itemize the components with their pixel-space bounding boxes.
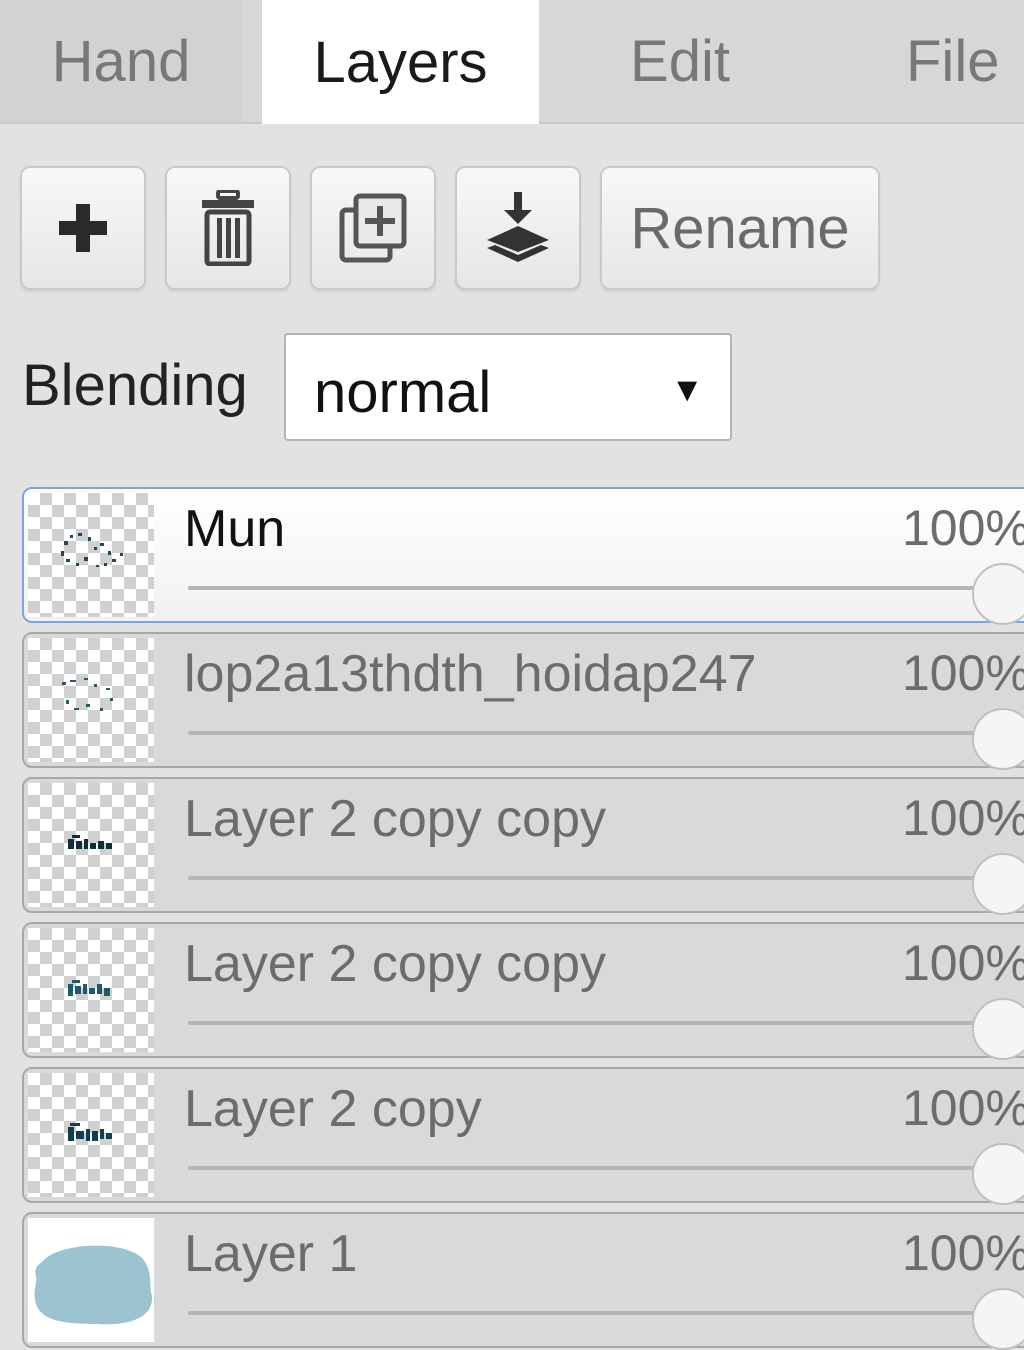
- opacity-slider-track[interactable]: [188, 731, 988, 735]
- opacity-slider-track[interactable]: [188, 1311, 988, 1315]
- layer-row[interactable]: Layer 1 100%: [22, 1212, 1024, 1350]
- layer-opacity: 100%: [902, 500, 1024, 556]
- layer-opacity: 100%: [902, 1225, 1024, 1281]
- delete-layer-button[interactable]: [165, 166, 291, 290]
- layer-thumbnail: [28, 638, 154, 762]
- opacity-slider-handle[interactable]: [972, 853, 1024, 915]
- blending-value: normal: [314, 360, 492, 425]
- layer-thumbnail: [28, 928, 154, 1052]
- merge-down-button[interactable]: [455, 166, 581, 290]
- opacity-slider-handle[interactable]: [972, 708, 1024, 770]
- layer-row[interactable]: Mun 100%: [22, 487, 1024, 625]
- merge-down-icon: [487, 192, 549, 262]
- tab-file[interactable]: File: [880, 0, 1024, 122]
- opacity-slider-handle[interactable]: [972, 1143, 1024, 1205]
- layer-row[interactable]: Layer 2 copy copy 100%: [22, 922, 1024, 1060]
- layer-opacity: 100%: [902, 1080, 1024, 1136]
- layer-name[interactable]: Layer 2 copy copy: [184, 934, 606, 994]
- tab-hand[interactable]: Hand: [0, 0, 242, 122]
- trash-icon: [202, 190, 254, 266]
- tab-edit[interactable]: Edit: [580, 0, 780, 122]
- layer-row[interactable]: Layer 2 copy copy 100%: [22, 777, 1024, 915]
- layer-name[interactable]: Layer 2 copy: [184, 1079, 482, 1139]
- tab-bar: Hand Layers Edit File: [0, 0, 1024, 124]
- opacity-slider-handle[interactable]: [972, 563, 1024, 625]
- layer-name[interactable]: Mun: [184, 499, 285, 559]
- blending-label: Blending: [22, 353, 248, 418]
- opacity-slider-track[interactable]: [188, 1021, 988, 1025]
- layer-thumbnail: [28, 1218, 154, 1342]
- opacity-slider-track[interactable]: [188, 586, 988, 590]
- layer-name[interactable]: Layer 1: [184, 1224, 357, 1284]
- add-layer-button[interactable]: [20, 166, 146, 290]
- plus-icon: [59, 204, 107, 252]
- opacity-slider-handle[interactable]: [972, 998, 1024, 1060]
- opacity-slider-track[interactable]: [188, 876, 988, 880]
- layer-thumbnail: [28, 1073, 154, 1197]
- opacity-slider-track[interactable]: [188, 1166, 988, 1170]
- layer-row[interactable]: Layer 2 copy 100%: [22, 1067, 1024, 1205]
- opacity-slider-handle[interactable]: [972, 1288, 1024, 1350]
- duplicate-layer-button[interactable]: [310, 166, 436, 290]
- layer-opacity: 100%: [902, 645, 1024, 701]
- layer-opacity: 100%: [902, 935, 1024, 991]
- chevron-down-icon: ▼: [670, 371, 704, 409]
- rename-button[interactable]: Rename: [600, 166, 880, 290]
- duplicate-icon: [339, 193, 407, 263]
- blending-select[interactable]: normal ▼: [284, 333, 732, 441]
- layer-name[interactable]: lop2a13thdth_hoidap247: [184, 644, 757, 704]
- layer-thumbnail: [28, 783, 154, 907]
- layer-row[interactable]: lop2a13thdth_hoidap247 100%: [22, 632, 1024, 770]
- layer-name[interactable]: Layer 2 copy copy: [184, 789, 606, 849]
- tab-layers[interactable]: Layers: [262, 0, 539, 124]
- layer-thumbnail: [28, 493, 154, 617]
- layer-opacity: 100%: [902, 790, 1024, 846]
